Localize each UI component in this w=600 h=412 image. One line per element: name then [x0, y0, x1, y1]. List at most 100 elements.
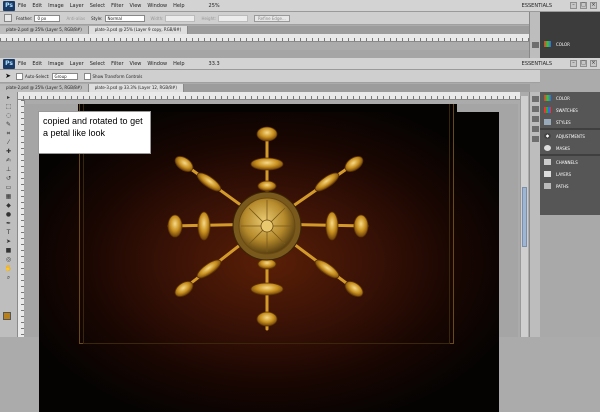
tab-plate-3-top[interactable]: plate-3.psd @ 25% (Layer 9 copy, RGB/8#)	[88, 26, 189, 34]
annotation-note: copied and rotated to get a petal like l…	[38, 111, 151, 154]
vertical-scrollbar[interactable]	[520, 96, 528, 337]
dock-strip-top	[529, 12, 540, 58]
workspace-switcher[interactable]: ESSENTIALS	[522, 0, 552, 12]
menu-layer[interactable]: Layer	[70, 3, 84, 9]
menu-window[interactable]: Window	[147, 3, 167, 9]
panel-dock: COLOR SWATCHES STYLES ADJUSTMENTS MASKS …	[540, 92, 600, 215]
marquee-options-bar: Feather: 0 px Anti-alias Style: Normal W…	[0, 12, 540, 25]
menu-layer-main[interactable]: Layer	[70, 61, 84, 67]
minimize-icon[interactable]: –	[570, 60, 577, 67]
panel-masks[interactable]: MASKS	[540, 142, 600, 154]
character-icon[interactable]	[531, 136, 539, 142]
auto-select-dropdown[interactable]: Group	[51, 72, 78, 80]
close-icon[interactable]: ×	[590, 2, 597, 9]
marquee-tool-icon[interactable]	[4, 14, 12, 22]
maximize-icon[interactable]: □	[580, 60, 587, 67]
zoom-level[interactable]: 25%	[209, 3, 220, 9]
panel-styles[interactable]: STYLES	[540, 116, 600, 128]
panel-channels-label: CHANNELS	[556, 159, 578, 165]
show-transform-checkbox[interactable]	[83, 72, 91, 80]
panel-layers[interactable]: LAYERS	[540, 168, 600, 180]
menu-image[interactable]: Image	[48, 3, 64, 9]
layers-icon	[544, 171, 551, 177]
window-controls: – □ ×	[570, 2, 597, 9]
dodge-tool-icon[interactable]: ●	[4, 212, 13, 218]
menu-edit-main[interactable]: Edit	[32, 61, 42, 67]
close-icon[interactable]: ×	[590, 60, 597, 67]
panel-paths[interactable]: PATHS	[540, 180, 600, 192]
menu-window-main[interactable]: Window	[147, 61, 167, 67]
workspace-switcher-main[interactable]: ESSENTIALS	[522, 58, 552, 70]
width-input[interactable]	[165, 14, 196, 22]
refine-edge-button[interactable]: Refine Edge...	[254, 14, 290, 22]
foreground-color-swatch[interactable]	[3, 312, 11, 320]
scrollbar-thumb[interactable]	[522, 187, 527, 247]
height-input[interactable]	[218, 14, 249, 22]
zoom-level-main[interactable]: 33.3	[209, 61, 220, 67]
move-tool-icon[interactable]: ▸	[4, 95, 13, 101]
quick-select-tool-icon[interactable]: ✎	[4, 122, 13, 128]
zoom-tool-icon[interactable]: ⌕	[4, 275, 13, 281]
history-brush-tool-icon[interactable]: ↺	[4, 176, 13, 182]
panel-swatches[interactable]: SWATCHES	[540, 104, 600, 116]
tab-plate-2[interactable]: plate-2.psd @ 25% (Layer 5, RGB/8#)	[0, 84, 89, 92]
path-selection-tool-icon[interactable]: ➤	[4, 239, 13, 245]
upper-workspace	[0, 50, 529, 58]
show-transform-label: Show Transform Controls	[92, 73, 143, 79]
hand-tool-icon[interactable]: ✋	[4, 266, 13, 272]
3d-rotate-tool-icon[interactable]: ◎	[4, 257, 13, 263]
panel-channels[interactable]: CHANNELS	[540, 156, 600, 168]
pen-tool-icon[interactable]: ✒	[4, 221, 13, 227]
brushes-icon[interactable]	[531, 126, 539, 132]
panel-adjustments-label: ADJUSTMENTS	[556, 133, 585, 139]
type-tool-icon[interactable]: T	[4, 230, 13, 236]
panel-color[interactable]: COLOR	[540, 92, 600, 104]
lasso-tool-icon[interactable]: ◌	[4, 113, 13, 119]
style-select[interactable]: Normal	[104, 14, 145, 22]
actions-icon[interactable]	[531, 106, 539, 112]
info-icon[interactable]	[531, 116, 539, 122]
menu-image-main[interactable]: Image	[48, 61, 64, 67]
menu-filter[interactable]: Filter	[111, 3, 123, 9]
panel-layers-label: LAYERS	[556, 171, 572, 177]
move-options-bar: ➤ Auto-Select: Group Show Transform Cont…	[0, 70, 540, 83]
menu-file[interactable]: File	[18, 3, 26, 9]
antialias-checkbox[interactable]: Anti-alias	[66, 16, 85, 21]
color-icon	[544, 95, 551, 101]
history-icon[interactable]	[531, 96, 539, 102]
menu-help[interactable]: Help	[173, 3, 184, 9]
maximize-icon[interactable]: □	[580, 2, 587, 9]
panel-color-top[interactable]: COLOR	[540, 38, 600, 50]
history-icon[interactable]	[531, 42, 539, 48]
document-tabs: plate-2.psd @ 25% (Layer 5, RGB/8#) plat…	[0, 84, 530, 92]
panel-adjustments[interactable]: ADJUSTMENTS	[540, 130, 600, 142]
clone-stamp-tool-icon[interactable]: ⊥	[4, 167, 13, 173]
menu-view-main[interactable]: View	[130, 61, 142, 67]
photoshop-logo-main: Ps	[3, 58, 15, 69]
auto-select-checkbox[interactable]	[16, 72, 23, 80]
menu-filter-main[interactable]: Filter	[111, 61, 123, 67]
marquee-tool-icon[interactable]: ⬚	[4, 104, 13, 110]
tab-plate-2-top[interactable]: plate-2.psd @ 25% (Layer 5, RGB/8#)	[0, 26, 89, 34]
brush-tool-icon[interactable]: ✍	[4, 158, 13, 164]
crop-tool-icon[interactable]: ⌗	[4, 131, 13, 137]
feather-input[interactable]: 0 px	[34, 14, 61, 22]
menu-edit[interactable]: Edit	[32, 3, 42, 9]
gradient-tool-icon[interactable]: ▦	[4, 194, 13, 200]
tab-plate-3[interactable]: plate-3.psd @ 33.3% (Layer 12, RGB/8#)	[88, 84, 184, 92]
eyedropper-tool-icon[interactable]: ⁄	[4, 140, 13, 146]
blur-tool-icon[interactable]: ◆	[4, 203, 13, 209]
dock-strip	[529, 92, 540, 337]
eraser-tool-icon[interactable]: ▭	[4, 185, 13, 191]
menu-view[interactable]: View	[130, 3, 142, 9]
healing-brush-tool-icon[interactable]: ✚	[4, 149, 13, 155]
shape-tool-icon[interactable]: ■	[4, 248, 13, 254]
menu-file-main[interactable]: File	[18, 61, 26, 67]
panel-swatches-label: SWATCHES	[556, 107, 578, 113]
menu-select[interactable]: Select	[90, 3, 105, 9]
minimize-icon[interactable]: –	[570, 2, 577, 9]
move-tool-icon[interactable]: ➤	[4, 72, 12, 80]
menu-select-main[interactable]: Select	[90, 61, 105, 67]
menu-help-main[interactable]: Help	[173, 61, 184, 67]
paths-icon	[544, 183, 551, 189]
